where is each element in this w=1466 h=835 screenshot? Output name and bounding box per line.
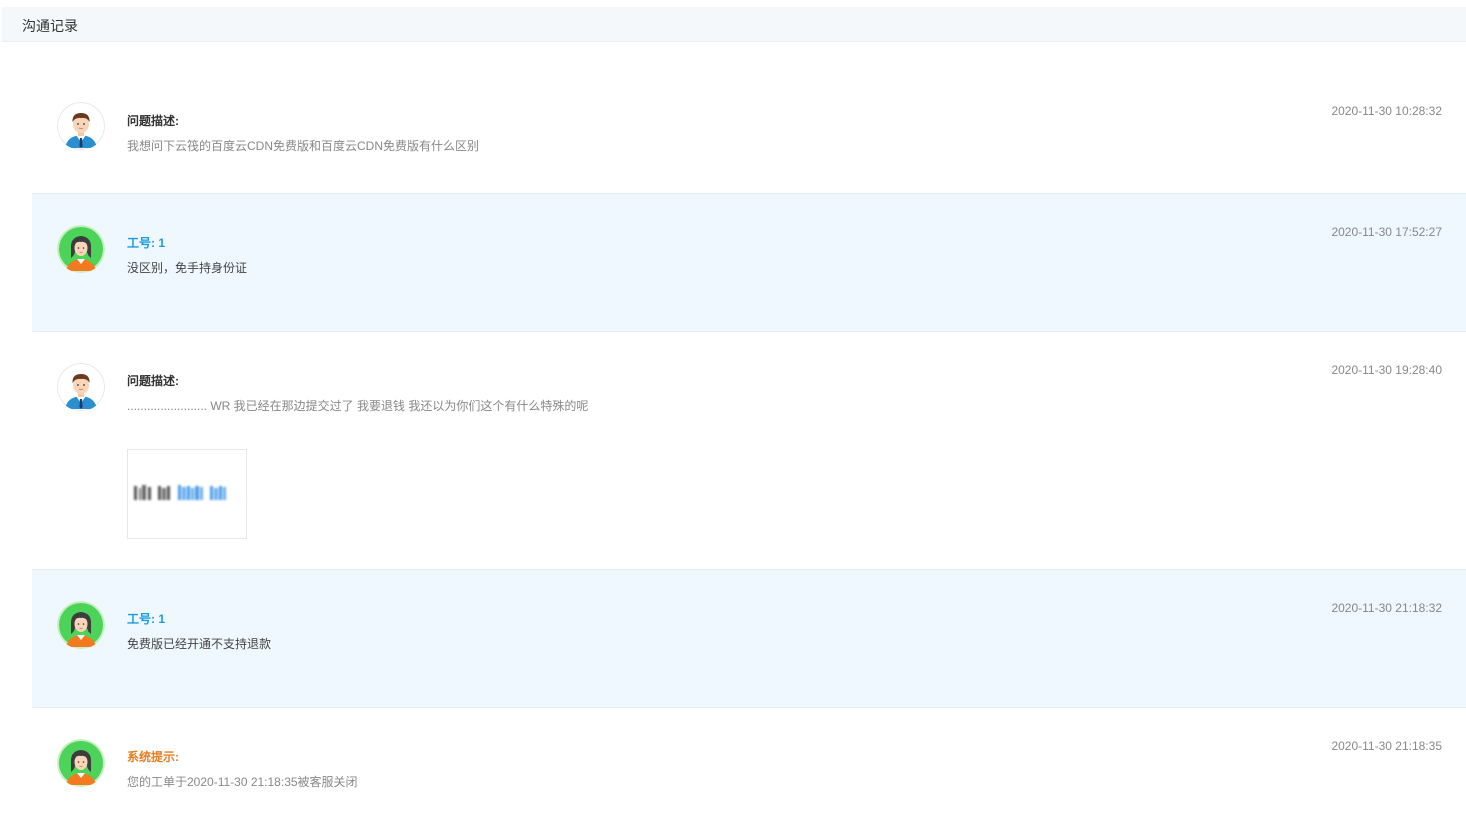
image-attachment-thumbnail[interactable] xyxy=(127,449,247,539)
female-agent-avatar-icon xyxy=(57,739,105,787)
record-timestamp: 2020-11-30 21:18:32 xyxy=(1331,601,1442,615)
female-agent-avatar-icon xyxy=(57,601,105,649)
record-item: 工号: 1 免费版已经开通不支持退款 2020-11-30 21:18:32 xyxy=(32,570,1466,708)
record-message: 免费版已经开通不支持退款 xyxy=(127,637,272,651)
record-timestamp: 2020-11-30 19:28:40 xyxy=(1331,363,1442,377)
record-message: 您的工单于2020-11-30 21:18:35被客服关闭 xyxy=(127,775,358,789)
record-item: 问题描述: ........................ WR 我已经在那边… xyxy=(32,332,1466,570)
record-message: ........................ WR 我已经在那边提交过了 我… xyxy=(127,399,589,413)
record-message: 我想问下云筏的百度云CDN免费版和百度云CDN免费版有什么区别 xyxy=(127,139,479,153)
section-header: 沟通记录 xyxy=(2,7,1466,42)
record-label: 工号: 1 xyxy=(127,612,166,626)
communication-records-page: 沟通记录 问题描述: 我想问下云筏的百度云CDN免费版和百度云CDN免费版有什么… xyxy=(0,0,1466,835)
record-message: 没区别，免手持身份证 xyxy=(127,261,248,275)
record-timestamp: 2020-11-30 10:28:32 xyxy=(1331,104,1442,118)
record-label: 问题描述: xyxy=(127,374,179,388)
record-list: 问题描述: 我想问下云筏的百度云CDN免费版和百度云CDN免费版有什么区别 20… xyxy=(32,62,1466,833)
record-item: 问题描述: 我想问下云筏的百度云CDN免费版和百度云CDN免费版有什么区别 20… xyxy=(32,62,1466,194)
male-user-avatar-icon xyxy=(57,363,105,411)
female-agent-avatar-icon xyxy=(57,225,105,273)
record-label: 工号: 1 xyxy=(127,236,166,250)
male-user-avatar-icon xyxy=(57,102,105,150)
record-label: 问题描述: xyxy=(127,114,179,128)
section-title: 沟通记录 xyxy=(22,18,78,34)
record-item: 工号: 1 没区别，免手持身份证 2020-11-30 17:52:27 xyxy=(32,194,1466,332)
record-timestamp: 2020-11-30 17:52:27 xyxy=(1331,225,1442,239)
record-timestamp: 2020-11-30 21:18:35 xyxy=(1331,739,1442,753)
record-label: 系统提示: xyxy=(127,750,179,764)
record-item: 系统提示: 您的工单于2020-11-30 21:18:35被客服关闭 2020… xyxy=(32,708,1466,833)
